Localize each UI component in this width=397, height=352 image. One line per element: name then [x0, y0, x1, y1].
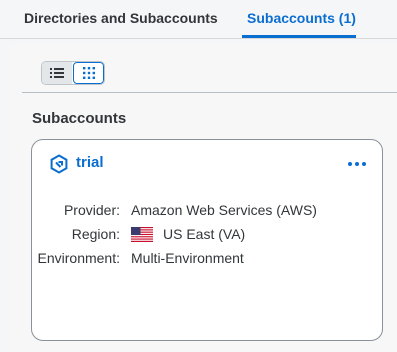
subaccount-card[interactable]: trial Provider: Amazon Web Services (AWS…	[31, 139, 383, 341]
grid-view-button[interactable]	[73, 62, 104, 84]
list-view-button[interactable]	[42, 62, 73, 84]
list-icon	[50, 68, 65, 78]
provider-value: Amazon Web Services (AWS)	[131, 202, 317, 218]
tab-directories-and-subaccounts[interactable]: Directories and Subaccounts	[24, 10, 218, 26]
tab-subaccounts[interactable]: Subaccounts (1)	[247, 10, 356, 26]
environment-label: Environment:	[37, 250, 120, 266]
grid-icon	[82, 67, 95, 79]
section-title: Subaccounts	[32, 110, 127, 127]
region-value-container: US East (VA)	[131, 226, 245, 242]
more-options-icon[interactable]	[346, 154, 368, 174]
region-label: Region:	[71, 226, 120, 242]
subaccount-icon	[50, 154, 68, 174]
tab-bar: Directories and Subaccounts Subaccounts …	[0, 0, 397, 39]
provider-label: Provider:	[63, 202, 120, 218]
toolbar-divider	[22, 92, 397, 93]
view-toggle	[41, 61, 105, 85]
selected-tab-indicator	[242, 35, 356, 38]
us-flag-icon	[131, 226, 153, 242]
environment-value: Multi-Environment	[131, 250, 244, 266]
subaccount-title-link[interactable]: trial	[76, 154, 104, 171]
region-value: US East (VA)	[163, 226, 246, 242]
